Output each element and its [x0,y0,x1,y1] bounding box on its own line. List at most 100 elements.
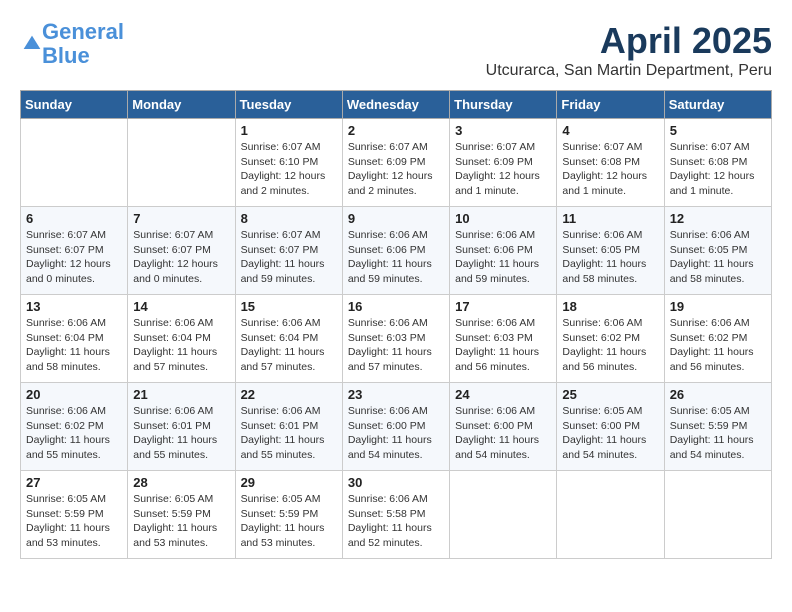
day-number: 8 [241,211,337,226]
header-cell-thursday: Thursday [450,91,557,119]
calendar-cell: 13 Sunrise: 6:06 AM Sunset: 6:04 PM Dayli… [21,295,128,383]
day-number: 25 [562,387,658,402]
day-number: 7 [133,211,229,226]
logo-line2: Blue [42,43,90,68]
calendar-cell: 26Sunrise: 6:05 AM Sunset: 5:59 PM Dayli… [664,383,771,471]
day-number: 9 [348,211,444,226]
day-number: 12 [670,211,766,226]
calendar-cell: 16Sunrise: 6:06 AM Sunset: 6:03 PM Dayli… [342,295,449,383]
calendar-cell [557,471,664,559]
day-number: 27 [26,475,122,490]
cell-info: Sunrise: 6:06 AM Sunset: 6:03 PM Dayligh… [455,316,551,375]
calendar-cell: 20 Sunrise: 6:06 AM Sunset: 6:02 PM Dayli… [21,383,128,471]
month-title: April 2025 [486,20,772,62]
location: Utcurarca, San Martin Department, Peru [486,62,772,80]
cell-info: Sunrise: 6:07 AM Sunset: 6:08 PM Dayligh… [670,140,766,199]
calendar-cell: 11 Sunrise: 6:06 AM Sunset: 6:05 PM Dayli… [557,207,664,295]
cell-info: Sunrise: 6:05 AM Sunset: 5:59 PM Dayligh… [670,404,766,463]
week-row-5: 27 Sunrise: 6:05 AM Sunset: 5:59 PM Dayli… [21,471,772,559]
day-number: 19 [670,299,766,314]
cell-info: Sunrise: 6:06 AM Sunset: 6:02 PM Dayligh… [562,316,658,375]
calendar-cell: 18 Sunrise: 6:06 AM Sunset: 6:02 PM Dayli… [557,295,664,383]
cell-info: Sunrise: 6:06 AM Sunset: 6:00 PM Dayligh… [348,404,444,463]
day-number: 3 [455,123,551,138]
calendar-cell: 12 Sunrise: 6:06 AM Sunset: 6:05 PM Dayli… [664,207,771,295]
calendar-cell: 25Sunrise: 6:05 AM Sunset: 6:00 PM Dayli… [557,383,664,471]
cell-info: Sunrise: 6:06 AM Sunset: 6:01 PM Dayligh… [133,404,229,463]
day-number: 4 [562,123,658,138]
header-row: SundayMondayTuesdayWednesdayThursdayFrid… [21,91,772,119]
calendar-cell: 24 Sunrise: 6:06 AM Sunset: 6:00 PM Dayli… [450,383,557,471]
week-row-4: 20 Sunrise: 6:06 AM Sunset: 6:02 PM Dayli… [21,383,772,471]
week-row-3: 13 Sunrise: 6:06 AM Sunset: 6:04 PM Dayli… [21,295,772,383]
calendar-cell: 19Sunrise: 6:06 AM Sunset: 6:02 PM Dayli… [664,295,771,383]
cell-info: Sunrise: 6:07 AM Sunset: 6:07 PM Dayligh… [133,228,229,287]
calendar-cell [450,471,557,559]
week-row-1: 1 Sunrise: 6:07 AM Sunset: 6:10 PM Daylig… [21,119,772,207]
day-number: 18 [562,299,658,314]
calendar-cell: 21 Sunrise: 6:06 AM Sunset: 6:01 PM Dayli… [128,383,235,471]
calendar-cell: 5Sunrise: 6:07 AM Sunset: 6:08 PM Daylig… [664,119,771,207]
header-cell-wednesday: Wednesday [342,91,449,119]
cell-info: Sunrise: 6:06 AM Sunset: 6:04 PM Dayligh… [26,316,122,375]
calendar-cell: 22Sunrise: 6:06 AM Sunset: 6:01 PM Dayli… [235,383,342,471]
cell-info: Sunrise: 6:05 AM Sunset: 5:59 PM Dayligh… [133,492,229,551]
day-number: 13 [26,299,122,314]
cell-info: Sunrise: 6:07 AM Sunset: 6:07 PM Dayligh… [241,228,337,287]
cell-info: Sunrise: 6:06 AM Sunset: 6:04 PM Dayligh… [133,316,229,375]
logo-text: General Blue [42,20,124,68]
cell-info: Sunrise: 6:07 AM Sunset: 6:08 PM Dayligh… [562,140,658,199]
cell-info: Sunrise: 6:07 AM Sunset: 6:09 PM Dayligh… [455,140,551,199]
calendar-cell: 1 Sunrise: 6:07 AM Sunset: 6:10 PM Daylig… [235,119,342,207]
calendar-cell: 2 Sunrise: 6:07 AM Sunset: 6:09 PM Daylig… [342,119,449,207]
calendar-cell: 9 Sunrise: 6:06 AM Sunset: 6:06 PM Daylig… [342,207,449,295]
calendar-cell: 14 Sunrise: 6:06 AM Sunset: 6:04 PM Dayli… [128,295,235,383]
day-number: 16 [348,299,444,314]
calendar-cell: 23 Sunrise: 6:06 AM Sunset: 6:00 PM Dayli… [342,383,449,471]
day-number: 6 [26,211,122,226]
cell-info: Sunrise: 6:06 AM Sunset: 6:06 PM Dayligh… [455,228,551,287]
header-cell-friday: Friday [557,91,664,119]
day-number: 30 [348,475,444,490]
calendar-cell: 29Sunrise: 6:05 AM Sunset: 5:59 PM Dayli… [235,471,342,559]
cell-info: Sunrise: 6:06 AM Sunset: 6:05 PM Dayligh… [670,228,766,287]
day-number: 2 [348,123,444,138]
logo: General Blue [20,20,124,68]
logo-line1: General [42,19,124,44]
cell-info: Sunrise: 6:06 AM Sunset: 6:02 PM Dayligh… [26,404,122,463]
calendar-cell: 30Sunrise: 6:06 AM Sunset: 5:58 PM Dayli… [342,471,449,559]
calendar-cell: 6 Sunrise: 6:07 AM Sunset: 6:07 PM Daylig… [21,207,128,295]
cell-info: Sunrise: 6:07 AM Sunset: 6:09 PM Dayligh… [348,140,444,199]
week-row-2: 6 Sunrise: 6:07 AM Sunset: 6:07 PM Daylig… [21,207,772,295]
logo-icon [22,34,42,54]
cell-info: Sunrise: 6:06 AM Sunset: 6:00 PM Dayligh… [455,404,551,463]
calendar-cell: 28 Sunrise: 6:05 AM Sunset: 5:59 PM Dayli… [128,471,235,559]
header-cell-tuesday: Tuesday [235,91,342,119]
calendar-cell [664,471,771,559]
day-number: 28 [133,475,229,490]
title-area: April 2025 Utcurarca, San Martin Departm… [486,20,772,80]
day-number: 1 [241,123,337,138]
cell-info: Sunrise: 6:05 AM Sunset: 5:59 PM Dayligh… [241,492,337,551]
calendar-cell [128,119,235,207]
cell-info: Sunrise: 6:06 AM Sunset: 6:05 PM Dayligh… [562,228,658,287]
cell-info: Sunrise: 6:07 AM Sunset: 6:10 PM Dayligh… [241,140,337,199]
day-number: 22 [241,387,337,402]
calendar-cell: 4 Sunrise: 6:07 AM Sunset: 6:08 PM Daylig… [557,119,664,207]
day-number: 20 [26,387,122,402]
day-number: 11 [562,211,658,226]
day-number: 24 [455,387,551,402]
header-cell-sunday: Sunday [21,91,128,119]
day-number: 17 [455,299,551,314]
day-number: 21 [133,387,229,402]
calendar-cell [21,119,128,207]
calendar-cell: 10Sunrise: 6:06 AM Sunset: 6:06 PM Dayli… [450,207,557,295]
day-number: 23 [348,387,444,402]
page-header: General Blue April 2025 Utcurarca, San M… [20,20,772,80]
calendar-table: SundayMondayTuesdayWednesdayThursdayFrid… [20,90,772,559]
cell-info: Sunrise: 6:07 AM Sunset: 6:07 PM Dayligh… [26,228,122,287]
day-number: 14 [133,299,229,314]
calendar-cell: 3 Sunrise: 6:07 AM Sunset: 6:09 PM Daylig… [450,119,557,207]
cell-info: Sunrise: 6:06 AM Sunset: 6:06 PM Dayligh… [348,228,444,287]
calendar-cell: 17 Sunrise: 6:06 AM Sunset: 6:03 PM Dayli… [450,295,557,383]
